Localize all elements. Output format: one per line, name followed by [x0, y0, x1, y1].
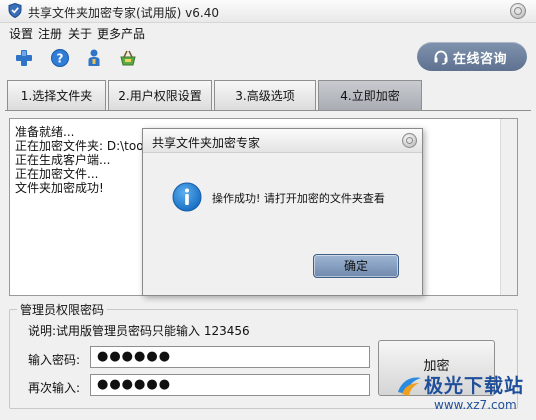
- dialog-title-bar: 共享文件夹加密专家: [143, 129, 422, 153]
- menu-more-products[interactable]: 更多产品: [97, 25, 145, 42]
- menu-register[interactable]: 注册: [38, 25, 62, 42]
- app-shield-icon: [8, 3, 22, 18]
- add-icon[interactable]: [14, 48, 34, 68]
- dialog-message: 操作成功! 请打开加密的文件夹查看: [212, 192, 385, 205]
- menu-about[interactable]: 关于: [68, 25, 92, 42]
- admin-password-group-title: 管理员权限密码: [17, 301, 108, 318]
- password-input[interactable]: ●●●●●●: [90, 346, 370, 368]
- dialog-title: 共享文件夹加密专家: [152, 136, 261, 150]
- trial-password-hint: 说明:试用版管理员密码只能输入 123456: [28, 324, 250, 338]
- tab-advanced-options[interactable]: 3.高级选项: [214, 80, 316, 110]
- info-icon: [172, 182, 202, 212]
- password-input-label: 输入密码:: [28, 353, 81, 367]
- success-dialog: 共享文件夹加密专家 操作成功! 请打开加密的文件夹查看 确定: [142, 128, 423, 296]
- password-confirm-input[interactable]: ●●●●●●: [90, 374, 370, 396]
- menu-bar: 设置 注册 关于 更多产品: [0, 22, 536, 42]
- log-line: 正在生成客户端...: [15, 153, 111, 167]
- online-consult-label: 在线咨询: [453, 52, 508, 67]
- tab-select-folder[interactable]: 1.选择文件夹: [7, 80, 106, 110]
- online-consult-button[interactable]: 在线咨询: [417, 42, 527, 71]
- encrypt-button[interactable]: 加密: [378, 340, 495, 396]
- window-title: 共享文件夹加密专家(试用版) v6.40: [28, 6, 219, 20]
- headset-icon: [434, 50, 448, 65]
- log-list: 准备就绪... 正在加密文件夹: D:\too 正在生成客户端... 正在加密文…: [15, 125, 144, 195]
- log-line: 文件夹加密成功!: [15, 181, 104, 195]
- app-window: 共享文件夹加密专家(试用版) v6.40 设置 注册 关于 更多产品 ? 在线咨…: [0, 0, 536, 420]
- window-close-button[interactable]: [510, 3, 526, 19]
- basket-icon[interactable]: [118, 48, 138, 68]
- help-icon[interactable]: ?: [50, 48, 70, 68]
- title-bar: 共享文件夹加密专家(试用版) v6.40: [0, 0, 536, 23]
- log-scrollbar[interactable]: [500, 119, 517, 295]
- dialog-close-button[interactable]: [402, 133, 417, 148]
- log-line: 正在加密文件夹: D:\too: [15, 139, 144, 153]
- tab-panel-divider: [5, 110, 531, 111]
- svg-text:?: ?: [57, 52, 64, 66]
- user-icon[interactable]: [84, 48, 104, 68]
- log-line: 正在加密文件...: [15, 167, 99, 181]
- password-confirm-label: 再次输入:: [28, 381, 81, 395]
- menu-settings[interactable]: 设置: [9, 25, 33, 42]
- tab-encrypt-now[interactable]: 4.立即加密: [318, 80, 422, 110]
- log-line: 准备就绪...: [15, 125, 75, 139]
- dialog-ok-button[interactable]: 确定: [313, 254, 399, 278]
- tab-user-permissions[interactable]: 2.用户权限设置: [108, 80, 212, 110]
